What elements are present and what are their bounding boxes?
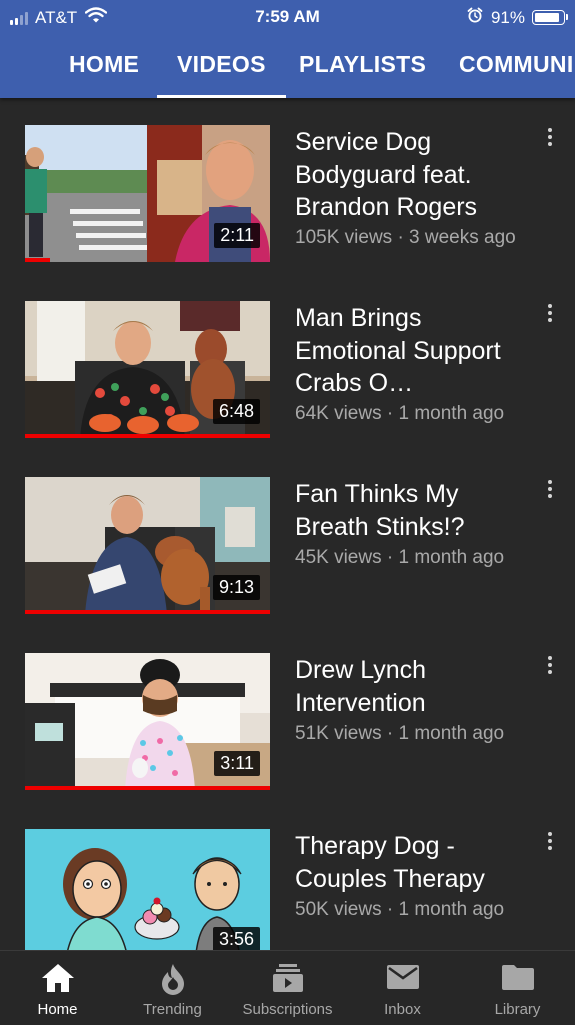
more-options-icon[interactable] — [546, 304, 554, 325]
home-icon — [41, 964, 74, 992]
status-right: 91% — [467, 7, 568, 28]
watch-progress-bar — [25, 610, 270, 614]
more-options-icon[interactable] — [546, 832, 554, 853]
tab-community[interactable]: COMMUNI — [459, 42, 574, 98]
nav-label: Library — [494, 1001, 541, 1018]
video-item[interactable]: 9:13 Fan Thinks My Breath Stinks!? 45K v… — [0, 450, 575, 626]
video-title[interactable]: Man Brings Emotional Support Crabs O… — [295, 302, 535, 400]
watch-progress-bar — [25, 786, 270, 790]
battery-icon — [532, 10, 568, 25]
video-item[interactable]: 3:11 Drew Lynch Intervention 51K views ·… — [0, 626, 575, 802]
nav-label: Inbox — [384, 1001, 421, 1018]
nav-subscriptions[interactable]: Subscriptions — [230, 951, 345, 1025]
video-duration: 6:48 — [212, 399, 260, 424]
status-bar: AT&T 7:59 AM 91% — [0, 0, 575, 34]
tab-playlists[interactable]: PLAYLISTS — [299, 42, 426, 98]
nav-inbox[interactable]: Inbox — [345, 951, 460, 1025]
channel-tabs: HOME VIDEOS PLAYLISTS COMMUNI — [0, 42, 575, 98]
more-options-icon[interactable] — [546, 480, 554, 501]
nav-label: Trending — [143, 1001, 202, 1018]
nav-library[interactable]: Library — [460, 951, 575, 1025]
video-meta: 50K views · 1 month ago — [295, 899, 505, 920]
status-left: AT&T — [10, 7, 108, 28]
folder-icon — [501, 965, 534, 990]
video-item[interactable]: 3:56 Therapy Dog - Couples Therapy 50K v… — [0, 802, 575, 950]
video-thumbnail[interactable]: 3:11 — [25, 653, 270, 790]
video-thumbnail[interactable]: 6:48 — [25, 301, 270, 438]
video-duration: 3:56 — [212, 927, 260, 950]
video-list: 2:11 Service Dog Bodyguard feat. Brandon… — [0, 98, 575, 950]
video-title[interactable]: Fan Thinks My Breath Stinks!? — [295, 478, 535, 543]
subscriptions-icon — [272, 964, 303, 992]
video-item[interactable]: 2:11 Service Dog Bodyguard feat. Brandon… — [0, 98, 575, 274]
carrier-label: AT&T — [35, 7, 78, 27]
nav-label: Subscriptions — [242, 1001, 333, 1018]
wifi-icon — [84, 7, 108, 28]
video-duration: 3:11 — [214, 751, 260, 776]
nav-trending[interactable]: Trending — [115, 951, 230, 1025]
mail-icon — [386, 965, 419, 989]
video-meta: 51K views · 1 month ago — [295, 723, 505, 744]
app-header: AT&T 7:59 AM 91% HOME VIDEOS PLAYLISTS C… — [0, 0, 575, 98]
alarm-icon — [467, 7, 483, 28]
video-meta: 64K views · 1 month ago — [295, 403, 505, 424]
more-options-icon[interactable] — [546, 656, 554, 677]
nav-label: Home — [37, 1001, 78, 1018]
watch-progress-bar — [25, 258, 50, 262]
more-options-icon[interactable] — [546, 128, 554, 149]
video-title[interactable]: Service Dog Bodyguard feat. Brandon Roge… — [295, 126, 535, 224]
video-meta: 105K views · 3 weeks ago — [295, 227, 516, 248]
video-item[interactable]: 6:48 Man Brings Emotional Support Crabs … — [0, 274, 575, 450]
video-title[interactable]: Therapy Dog - Couples Therapy — [295, 830, 535, 895]
video-thumbnail[interactable]: 9:13 — [25, 477, 270, 614]
video-title[interactable]: Drew Lynch Intervention — [295, 654, 535, 719]
video-thumbnail[interactable]: 3:56 — [25, 829, 270, 950]
nav-home[interactable]: Home — [0, 951, 115, 1025]
video-thumbnail[interactable]: 2:11 — [25, 125, 270, 262]
tab-videos[interactable]: VIDEOS — [157, 42, 286, 98]
video-meta: 45K views · 1 month ago — [295, 547, 505, 568]
video-duration: 9:13 — [212, 575, 260, 600]
bottom-navigation: Home Trending Subscriptions Inbox Librar… — [0, 950, 575, 1025]
signal-icon — [10, 11, 30, 25]
tab-home[interactable]: HOME — [69, 42, 139, 98]
flame-icon — [161, 964, 184, 995]
battery-percent: 91% — [490, 7, 525, 27]
video-duration: 2:11 — [214, 223, 260, 248]
watch-progress-bar — [25, 434, 270, 438]
